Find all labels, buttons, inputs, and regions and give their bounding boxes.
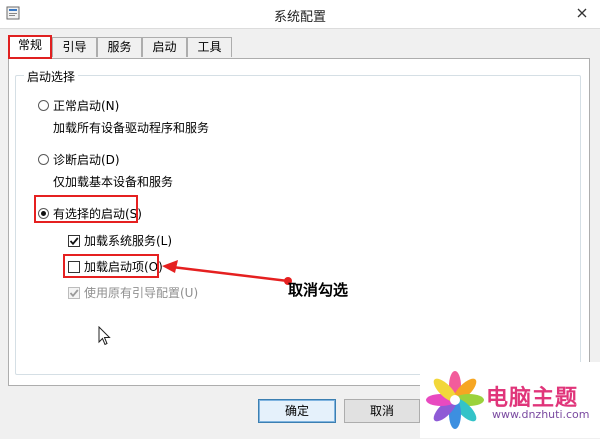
diagnostic-startup-radio[interactable]: 诊断启动(D) [38,151,120,168]
tab-tools[interactable]: 工具 [187,37,232,57]
tab-general[interactable]: 常规 [8,35,52,59]
ok-button[interactable]: 确定 [258,399,336,423]
window-title: 系统配置 [273,10,326,25]
selective-startup-radio[interactable]: 有选择的启动(S) [38,205,142,222]
normal-startup-radio[interactable]: 正常启动(N) [38,97,119,114]
mouse-cursor-icon [98,326,111,346]
normal-startup-label: 正常启动(N) [53,99,120,113]
watermark: 电脑主题 www.dnzhuti.com [420,362,600,438]
tab-services[interactable]: 服务 [97,37,142,57]
load-system-services-label: 加载系统服务(L) [84,234,173,248]
normal-startup-description: 加载所有设备驱动程序和服务 [53,121,210,135]
selective-startup-label: 有选择的启动(S) [53,207,142,221]
tab-startup[interactable]: 启动 [142,37,187,57]
checkbox-unchecked-icon [68,260,80,273]
radio-selected-icon [38,208,49,219]
uncheck-annotation: 取消勾选 [288,281,349,299]
load-startup-items-checkbox[interactable]: 加载启动项(O) [68,258,163,275]
cancel-button[interactable]: 取消 [344,399,420,423]
diagnostic-startup-description: 仅加载基本设备和服务 [53,175,174,189]
startup-selection-group: 启动选择 正常启动(N) 加载所有设备驱动程序和服务 诊断启动(D) 仅加载基本… [15,68,581,375]
close-button[interactable] [572,4,592,22]
system-config-window: 系统配置 常规 引导 服务 启动 工具 启动选择 正常启动(N) 加载所有设备驱… [0,0,600,439]
watermark-url: www.dnzhuti.com [492,408,590,421]
group-title: 启动选择 [24,68,79,85]
annotation-arrow-icon [162,260,292,285]
diagnostic-startup-label: 诊断启动(D) [53,153,120,167]
checkbox-checked-icon [68,234,80,247]
title-bar: 系统配置 [0,0,600,28]
general-tab-panel: 启动选择 正常启动(N) 加载所有设备驱动程序和服务 诊断启动(D) 仅加载基本… [8,58,590,386]
tab-boot[interactable]: 引导 [52,37,97,57]
load-system-services-checkbox[interactable]: 加载系统服务(L) [68,232,172,249]
checkbox-checked-disabled-icon [68,286,80,299]
radio-button-icon [38,154,49,165]
close-icon [577,8,587,18]
load-startup-items-label: 加载启动项(O) [84,260,163,274]
flower-logo-icon [426,371,484,429]
radio-button-icon [38,100,49,111]
